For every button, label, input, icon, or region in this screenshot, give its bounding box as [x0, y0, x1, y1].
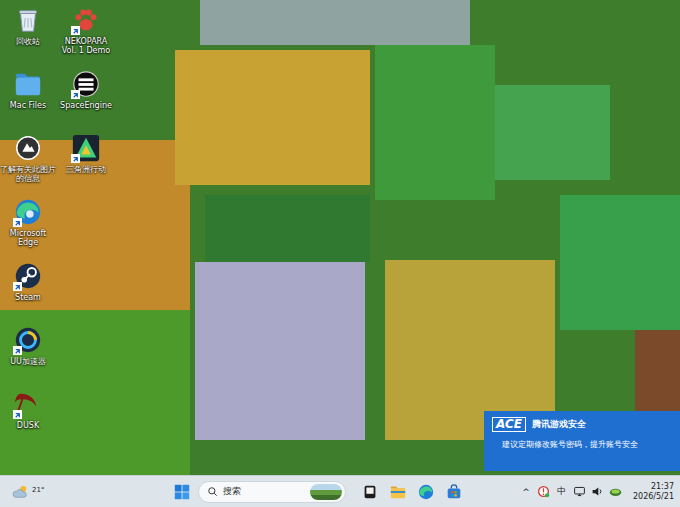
magnifier-icon [207, 486, 218, 497]
desktop-icon-image [13, 133, 43, 163]
desktop-icon-image [13, 389, 43, 419]
tray-icon[interactable] [609, 482, 623, 502]
task-view-icon [361, 483, 379, 501]
desktop-icon-label: Steam [0, 293, 56, 302]
desktop-icon-label: 回收站 [0, 37, 56, 46]
desktop-icon[interactable]: Steam [0, 259, 56, 323]
clock-time: 21:37 [651, 482, 674, 491]
tray-icon[interactable] [573, 482, 587, 502]
shortcut-arrow-icon [71, 90, 80, 99]
desktop-icon-image [71, 133, 101, 163]
volume-icon [591, 485, 604, 498]
system-tray: ^ 中 21:372026/5/21 [519, 482, 680, 502]
recycle-bin-icon [13, 5, 43, 35]
search-highlight-image [310, 484, 342, 500]
search-placeholder: 搜索 [223, 485, 305, 498]
desktop-icon[interactable]: Microsoft Edge [0, 195, 56, 259]
notification-title: 腾讯游戏安全 [532, 418, 586, 431]
shortcut-arrow-icon [13, 410, 22, 419]
desktop-icon-label: Microsoft Edge [0, 229, 56, 247]
desktop-icon-label: UU加速器 [0, 357, 56, 366]
taskbar: 21° 搜索 ^ 中 21:372026/5/21 [0, 475, 680, 507]
network-icon [573, 485, 586, 498]
desktop-icon-grid: 回收站 Mac Files 了解有关此图片的信息 Microsoft Edge Stea… [0, 0, 114, 451]
desktop-icon-label: 了解有关此图片的信息 [0, 165, 56, 183]
notification-header: ACE 腾讯游戏安全 [492, 417, 672, 432]
input-method-indicator[interactable]: 中 [555, 482, 569, 502]
tray-icon[interactable] [591, 482, 605, 502]
shortcut-arrow-icon [13, 282, 22, 291]
folder-icon [13, 69, 43, 99]
shortcut-arrow-icon [71, 26, 80, 35]
clock-date: 2026/5/21 [633, 492, 674, 501]
search-box[interactable]: 搜索 [198, 481, 346, 503]
desktop-icon-label: Mac Files [0, 101, 56, 110]
ace-logo: ACE [492, 417, 526, 432]
shortcut-arrow-icon [71, 154, 80, 163]
desktop-icon[interactable]: 三角洲行动 [58, 131, 114, 195]
weather-temperature: 21° [32, 486, 44, 494]
security-shield-icon [537, 485, 550, 498]
store-icon [445, 483, 463, 501]
desktop-icon[interactable]: NEKOPARA Vol. 1 Demo [58, 3, 114, 67]
desktop-icon-image [13, 197, 43, 227]
pinned-app[interactable] [414, 479, 438, 505]
tray-overflow-button[interactable]: ^ [519, 482, 533, 502]
pinned-app[interactable] [386, 479, 410, 505]
desktop-icon-label: SpaceEngine [58, 101, 114, 110]
spotlight-icon [13, 133, 43, 163]
desktop-icon-image [13, 325, 43, 355]
notification-message: 建议定期修改账号密码，提升账号安全 [492, 440, 672, 450]
desktop: 回收站 Mac Files 了解有关此图片的信息 Microsoft Edge Stea… [0, 0, 680, 475]
taskbar-center: 搜索 [170, 479, 466, 505]
desktop-icon[interactable]: Mac Files [0, 67, 56, 131]
desktop-icon[interactable]: DUSK [0, 387, 56, 451]
edge-icon [417, 483, 435, 501]
desktop-icon-image [71, 69, 101, 99]
desktop-icon[interactable]: 回收站 [0, 3, 56, 67]
desktop-icon-image [13, 69, 43, 99]
tray-icon[interactable] [537, 482, 551, 502]
pinned-app[interactable] [442, 479, 466, 505]
desktop-icon-image [71, 5, 101, 35]
notification-toast[interactable]: ACE 腾讯游戏安全建议定期修改账号密码，提升账号安全 [484, 411, 680, 471]
desktop-icon[interactable]: 了解有关此图片的信息 [0, 131, 56, 195]
desktop-icon-image [13, 261, 43, 291]
cloud-sun-icon [12, 483, 30, 501]
folder-icon [389, 483, 407, 501]
clock[interactable]: 21:372026/5/21 [633, 482, 674, 500]
shortcut-arrow-icon [13, 346, 22, 355]
game-app-icon [609, 485, 622, 498]
desktop-icon[interactable]: SpaceEngine [58, 67, 114, 131]
start-button[interactable] [170, 479, 194, 505]
desktop-icon-image [13, 5, 43, 35]
desktop-icon[interactable]: UU加速器 [0, 323, 56, 387]
desktop-icon-label: DUSK [0, 421, 56, 430]
weather-widget[interactable]: 21° [0, 483, 170, 501]
desktop-screen: 回收站 Mac Files 了解有关此图片的信息 Microsoft Edge Stea… [0, 0, 680, 507]
pinned-app[interactable] [358, 479, 382, 505]
shortcut-arrow-icon [13, 218, 22, 227]
windows-logo-icon [173, 483, 191, 501]
desktop-icon-label: 三角洲行动 [58, 165, 114, 174]
desktop-icon-label: NEKOPARA Vol. 1 Demo [58, 37, 114, 55]
